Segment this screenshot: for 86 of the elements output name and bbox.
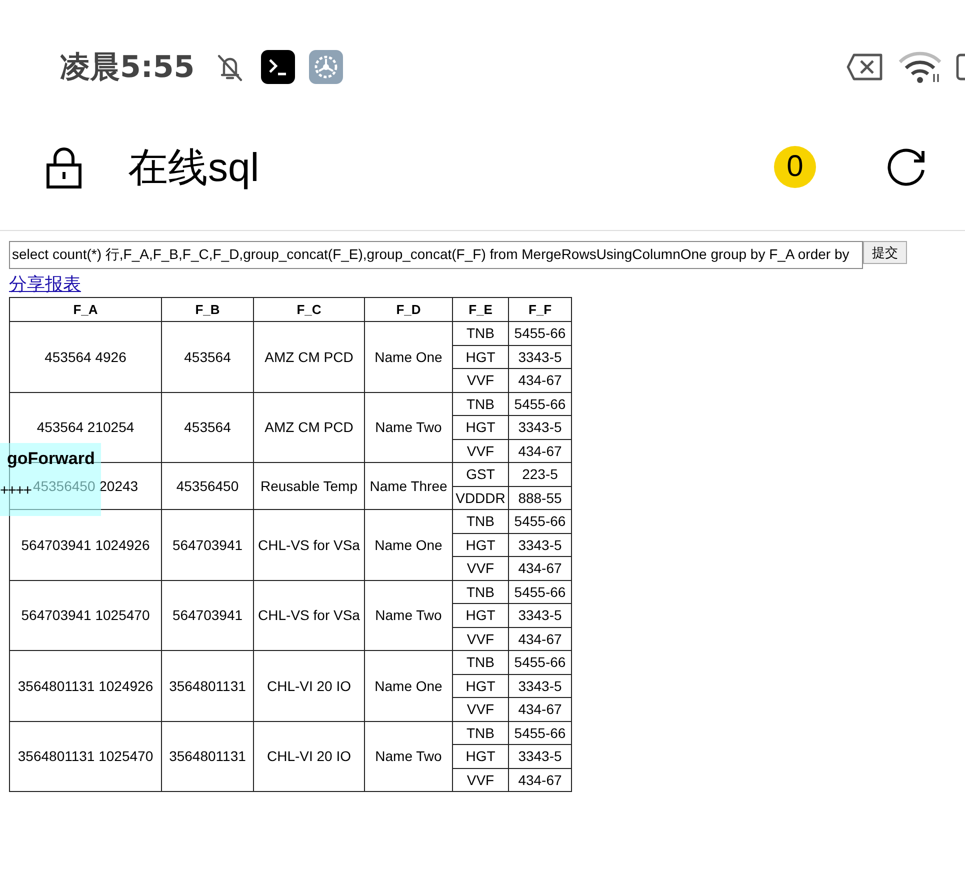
table-cell: 434-67 [508,627,572,650]
table-cell: CHL-VI 20 IO [254,650,364,721]
table-cell: 434-67 [508,698,572,721]
overlay-text: ++++ [0,482,32,499]
table-cell: 434-67 [508,439,572,462]
table-cell: 564703941 [162,580,254,650]
table-cell: 3564801131 [162,650,254,721]
column-header: F_D [364,298,452,322]
table-cell: 5455-66 [508,510,572,533]
table-cell: HGT [452,533,508,556]
table-cell: AMZ CM PCD [254,322,364,392]
table-cell: 5455-66 [508,392,572,416]
status-time: 凌晨5:55 [60,48,195,86]
table-cell: TNB [452,650,508,674]
table-cell: HGT [452,604,508,627]
column-header: F_E [452,298,508,322]
table-cell: 434-67 [508,556,572,580]
column-header: F_F [508,298,572,322]
table-cell: Name Two [364,392,452,462]
table-cell: TNB [452,510,508,533]
table-cell: 3564801131 1025470 [10,721,162,792]
gear-icon [308,50,343,84]
table-cell: TNB [452,392,508,416]
table-cell: CHL-VS for VSa [254,580,364,650]
table-cell: Name One [364,322,452,392]
table-cell: TNB [452,580,508,604]
query-field[interactable]: select count(*) 行,F_A,F_B,F_C,F_D,group_concat(F_E),group_concat(F_F) from MergeRowsUsingColumnOne group by F_A order by [9,241,863,269]
table-cell: 888-55 [508,486,572,510]
table-cell: 453564 [162,322,254,392]
table-cell: Name Two [364,721,452,792]
table-cell: VDDDR [452,486,508,510]
table-cell: 564703941 [162,510,254,580]
table-cell: VVF [452,556,508,580]
table-cell: 3343-5 [508,744,572,768]
table-cell: TNB [452,322,508,345]
table-cell: HGT [452,674,508,698]
table-cell: 3343-5 [508,674,572,698]
table-cell: CHL-VI 20 IO [254,721,364,792]
table-cell: 453564 4926 [10,322,162,392]
app-title: 在线sql [128,144,260,192]
table-cell: 3343-5 [508,345,572,368]
table-cell: VVF [452,627,508,650]
submit-button[interactable]: 提交 [863,241,907,264]
table-cell: 5455-66 [508,580,572,604]
lock-icon[interactable] [44,145,84,189]
table-cell: 3343-5 [508,604,572,627]
share-link[interactable]: 分享报表 [9,272,81,296]
table-cell: 5455-66 [508,322,572,345]
table-cell: Name One [364,510,452,580]
table-cell: 3343-5 [508,416,572,439]
table-cell: TNB [452,721,508,744]
table-cell: 3343-5 [508,533,572,556]
table-cell: 453564 [162,392,254,462]
table-cell: HGT [452,345,508,368]
table-cell: VVF [452,368,508,392]
table-cell: VVF [452,439,508,462]
table-cell: HGT [452,744,508,768]
overlay-title[interactable]: goForward [7,449,95,469]
table-cell: 5455-66 [508,721,572,744]
table-cell: VVF [452,768,508,792]
table-cell: 223-5 [508,462,572,486]
table-cell: Name One [364,650,452,721]
table-cell: GST [452,462,508,486]
count-badge: 0 [774,146,816,188]
table-cell: Reusable Temp [254,462,364,510]
table-cell: Name Two [364,580,452,650]
table-cell: Name Three [364,462,452,510]
column-header: F_B [162,298,254,322]
table-cell: 3564801131 [162,721,254,792]
table-cell: 434-67 [508,768,572,792]
column-header: F_C [254,298,364,322]
table-cell: HGT [452,416,508,439]
terminal-icon [260,50,295,84]
table-cell: 564703941 1024926 [10,510,162,580]
table-cell: 3564801131 1024926 [10,650,162,721]
table-cell: 434-67 [508,368,572,392]
table-cell: AMZ CM PCD [254,392,364,462]
column-header: F_A [10,298,162,322]
close-box-icon [846,52,884,82]
wifi-icon [898,50,942,84]
table-cell: 45356450 [162,462,254,510]
table-cell: VVF [452,698,508,721]
battery-icon [956,52,965,82]
table-cell: 564703941 1025470 [10,580,162,650]
table-cell: 5455-66 [508,650,572,674]
table-cell: CHL-VS for VSa [254,510,364,580]
